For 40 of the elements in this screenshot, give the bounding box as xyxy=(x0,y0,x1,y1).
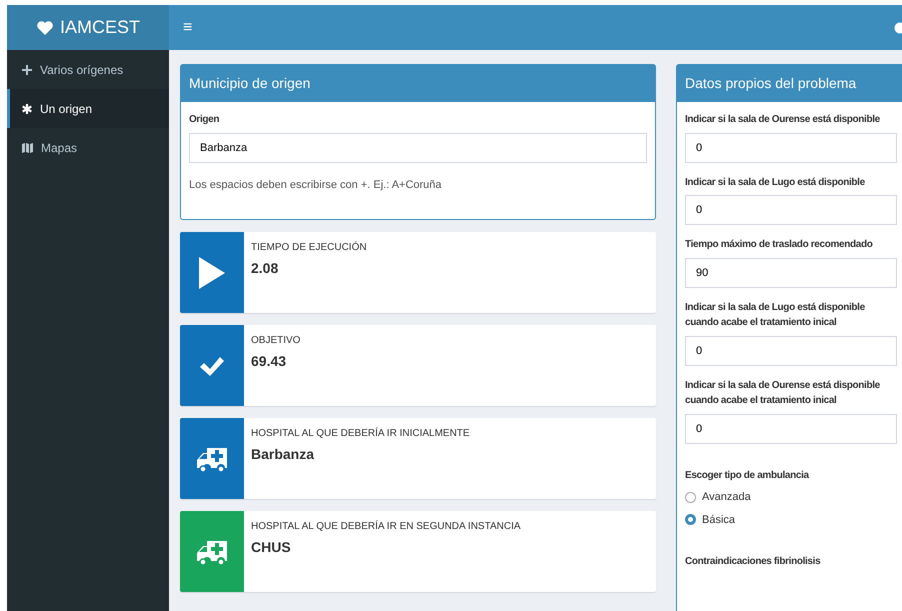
info-box-label: HOSPITAL AL QUE DEBERÍA IR INICIALMENTE xyxy=(251,426,470,441)
sidebar-item[interactable]: Varios orígenes xyxy=(7,50,169,89)
plus-icon xyxy=(22,64,32,74)
field-label: Indicar si la sala de Ourense está disponible cuando acabe el tratamiento inical xyxy=(685,378,881,408)
radio-option[interactable]: Avanzada xyxy=(685,489,897,506)
radio-button[interactable] xyxy=(685,514,696,526)
logo-text: IAMCEST xyxy=(60,16,140,39)
info-box-value: 2.08 xyxy=(251,259,280,278)
sidebar-item[interactable]: Un origen xyxy=(7,89,169,128)
input-field[interactable]: Barbanza xyxy=(189,132,647,162)
panel-title: Municipio de origen xyxy=(181,65,655,102)
field-label: Contraindicaciones fibrinolisis xyxy=(685,555,822,569)
field-label: Indicar si la sala de Ourense está disponible xyxy=(685,113,881,127)
asterisk-icon xyxy=(22,104,32,114)
field-label: Indicar si la sala de Lugo está disponible cuando acabe el tratamiento inical xyxy=(685,300,866,330)
info-box-label: OBJETIVO xyxy=(251,334,300,348)
info-box-value: CHUS xyxy=(251,538,292,557)
input-field[interactable]: 0 xyxy=(685,414,897,444)
menu-toggle-button[interactable]: ≡ xyxy=(179,16,196,40)
input-field[interactable]: 0 xyxy=(685,336,897,366)
field-label: Escoger tipo de ambulancia xyxy=(685,468,810,482)
field-label: Indicar si la sala de Lugo está disponible xyxy=(685,176,866,190)
input-field[interactable]: 0 xyxy=(685,195,897,225)
info-box-value: Barbanza xyxy=(251,445,316,464)
info-box-label: HOSPITAL AL QUE DEBERÍA IR EN SEGUNDA INSTANCIA xyxy=(251,519,521,534)
field-label: Origen xyxy=(189,113,220,127)
radio-label: Avanzada xyxy=(702,490,751,505)
radio-label: Básica xyxy=(702,512,736,528)
info-box-label: TIEMPO DE EJECUCIÓN xyxy=(251,240,367,255)
input-field[interactable]: 0 xyxy=(685,132,897,162)
radio-option[interactable]: Básica xyxy=(685,512,897,528)
help-text: Los espacios deben escribirse con +. Ej.: A+Coruña xyxy=(189,178,443,192)
input-field[interactable]: 90 xyxy=(685,258,897,288)
play-icon xyxy=(199,256,225,288)
field-label: Tiempo máximo de traslado recomendado xyxy=(685,238,874,252)
sidebar-item[interactable]: Mapas xyxy=(7,128,169,167)
panel-title: Datos propios del problema xyxy=(677,65,902,102)
radio-button[interactable] xyxy=(685,492,696,503)
info-box-value: 69.43 xyxy=(251,352,288,371)
map-icon xyxy=(22,142,33,152)
